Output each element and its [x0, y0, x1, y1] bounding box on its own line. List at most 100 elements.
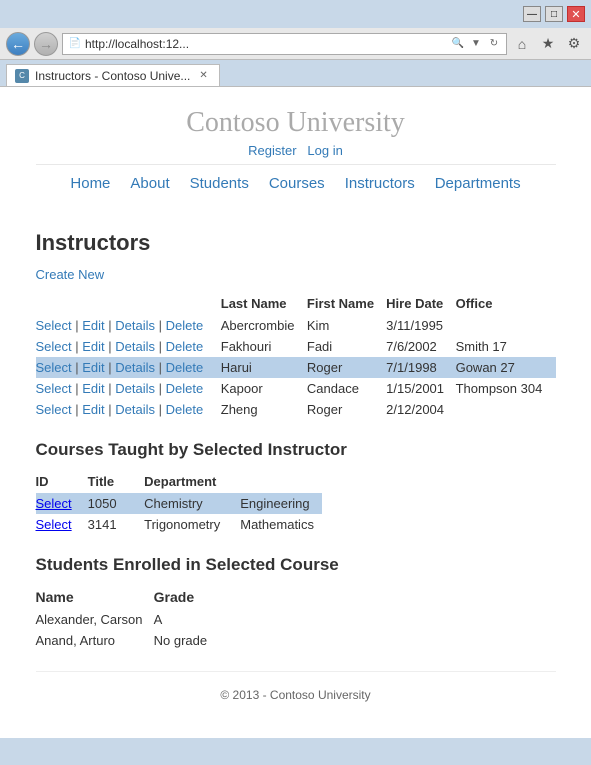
- details-link[interactable]: Details: [115, 381, 155, 396]
- course-select-action: Select: [36, 514, 88, 535]
- first-name: Fadi: [307, 336, 386, 357]
- table-row: Select | Edit | Details | Delete Fakhour…: [36, 336, 556, 357]
- student-name: Anand, Arturo: [36, 630, 154, 651]
- site-header: Contoso University Register Log in Home …: [36, 87, 556, 210]
- first-name: Roger: [307, 357, 386, 378]
- delete-link[interactable]: Delete: [166, 381, 204, 396]
- minimize-button[interactable]: —: [523, 6, 541, 22]
- last-name: Fakhouri: [221, 336, 307, 357]
- login-link[interactable]: Log in: [307, 143, 342, 158]
- row-actions: Select | Edit | Details | Delete: [36, 399, 221, 420]
- row-actions: Select | Edit | Details | Delete: [36, 357, 221, 378]
- course-select-link[interactable]: Select: [36, 496, 72, 511]
- tab-bar: C Instructors - Contoso Unive... ✕: [0, 60, 591, 86]
- browser-chrome: — □ ✕ ← → 📄 http://localhost:12... 🔍 ▼ ↻…: [0, 0, 591, 87]
- course-id-col-header: ID: [36, 470, 88, 493]
- student-name: Alexander, Carson: [36, 609, 154, 630]
- delete-link[interactable]: Delete: [166, 402, 204, 417]
- forward-arrow-icon: →: [39, 36, 53, 52]
- row-actions: Select | Edit | Details | Delete: [36, 336, 221, 357]
- delete-link[interactable]: Delete: [166, 339, 204, 354]
- select-link[interactable]: Select: [36, 318, 72, 333]
- last-name-col-header: Last Name: [221, 292, 307, 315]
- select-link[interactable]: Select: [36, 402, 72, 417]
- edit-link[interactable]: Edit: [82, 360, 104, 375]
- details-link[interactable]: Details: [115, 402, 155, 417]
- edit-link[interactable]: Edit: [82, 402, 104, 417]
- details-link[interactable]: Details: [115, 360, 155, 375]
- edit-link[interactable]: Edit: [82, 381, 104, 396]
- delete-link[interactable]: Delete: [166, 318, 204, 333]
- nav-bar: ← → 📄 http://localhost:12... 🔍 ▼ ↻ ⌂ ★ ⚙: [0, 28, 591, 60]
- course-id: 1050: [88, 493, 145, 514]
- table-row: Select | Edit | Details | Delete Kapoor …: [36, 378, 556, 399]
- refresh-icon[interactable]: ↻: [486, 36, 502, 52]
- edit-link[interactable]: Edit: [82, 339, 104, 354]
- back-button[interactable]: ←: [6, 32, 30, 56]
- hire-date: 7/6/2002: [386, 336, 455, 357]
- row-actions: Select | Edit | Details | Delete: [36, 315, 221, 336]
- footer-text: © 2013 - Contoso University: [220, 688, 370, 702]
- settings-icon[interactable]: ⚙: [563, 33, 585, 55]
- hire-date: 2/12/2004: [386, 399, 455, 420]
- details-link[interactable]: Details: [115, 318, 155, 333]
- course-select-action: Select: [36, 493, 88, 514]
- student-name-col-header: Name: [36, 585, 154, 609]
- select-link[interactable]: Select: [36, 381, 72, 396]
- nav-home[interactable]: Home: [70, 175, 110, 192]
- close-button[interactable]: ✕: [567, 6, 585, 22]
- students-table: Name Grade Alexander, Carson A Anand, Ar…: [36, 585, 216, 651]
- nav-instructors[interactable]: Instructors: [345, 175, 415, 192]
- page-heading: Instructors: [36, 230, 556, 256]
- home-icon[interactable]: ⌂: [511, 33, 533, 55]
- close-icon: ✕: [571, 8, 580, 21]
- edit-link[interactable]: Edit: [82, 318, 104, 333]
- tab-close-icon[interactable]: ✕: [196, 69, 210, 82]
- course-dept-col-header: Department: [144, 470, 240, 493]
- office: [456, 399, 556, 420]
- favorites-icon[interactable]: ★: [537, 33, 559, 55]
- student-row: Alexander, Carson A: [36, 609, 216, 630]
- maximize-icon: □: [551, 9, 557, 20]
- hire-date-col-header: Hire Date: [386, 292, 455, 315]
- register-link[interactable]: Register: [248, 143, 296, 158]
- nav-students[interactable]: Students: [190, 175, 249, 192]
- office: Gowan 27: [456, 357, 556, 378]
- select-link[interactable]: Select: [36, 360, 72, 375]
- last-name: Kapoor: [221, 378, 307, 399]
- auth-links: Register Log in: [36, 143, 556, 158]
- maximize-button[interactable]: □: [545, 6, 563, 22]
- nav-about[interactable]: About: [130, 175, 169, 192]
- first-name: Kim: [307, 315, 386, 336]
- back-arrow-icon: ←: [11, 36, 25, 52]
- details-link[interactable]: Details: [115, 339, 155, 354]
- dropdown-icon[interactable]: ▼: [468, 36, 484, 52]
- forward-button[interactable]: →: [34, 32, 58, 56]
- search-address-icon[interactable]: 🔍: [450, 36, 466, 52]
- course-title: Chemistry: [144, 493, 240, 514]
- nav-menu: Home About Students Courses Instructors …: [36, 164, 556, 202]
- page-icon: 📄: [67, 36, 83, 52]
- office-col-header: Office: [456, 292, 556, 315]
- instructors-table: Last Name First Name Hire Date Office Se…: [36, 292, 556, 420]
- table-row: Select | Edit | Details | Delete Zheng R…: [36, 399, 556, 420]
- student-grade-col-header: Grade: [154, 585, 215, 609]
- courses-section-heading: Courses Taught by Selected Instructor: [36, 440, 556, 460]
- delete-link[interactable]: Delete: [166, 360, 204, 375]
- address-bar[interactable]: 📄 http://localhost:12... 🔍 ▼ ↻: [62, 33, 507, 55]
- course-title-col-header: Title: [88, 470, 145, 493]
- row-actions: Select | Edit | Details | Delete: [36, 378, 221, 399]
- first-name: Candace: [307, 378, 386, 399]
- last-name: Abercrombie: [221, 315, 307, 336]
- active-tab[interactable]: C Instructors - Contoso Unive... ✕: [6, 64, 220, 86]
- course-dept: Mathematics: [240, 514, 322, 535]
- course-select-link[interactable]: Select: [36, 517, 72, 532]
- hire-date: 7/1/1998: [386, 357, 455, 378]
- nav-departments[interactable]: Departments: [435, 175, 521, 192]
- nav-right-icons: ⌂ ★ ⚙: [511, 33, 585, 55]
- create-new-link[interactable]: Create New: [36, 267, 105, 282]
- tab-favicon: C: [15, 69, 29, 83]
- course-dept: Engineering: [240, 493, 322, 514]
- nav-courses[interactable]: Courses: [269, 175, 325, 192]
- select-link[interactable]: Select: [36, 339, 72, 354]
